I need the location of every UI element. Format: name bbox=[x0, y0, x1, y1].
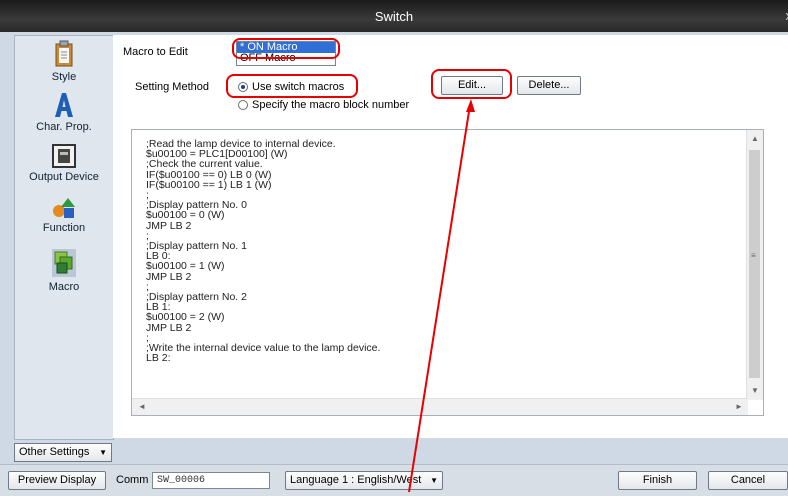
annotation-arrow bbox=[0, 0, 788, 495]
